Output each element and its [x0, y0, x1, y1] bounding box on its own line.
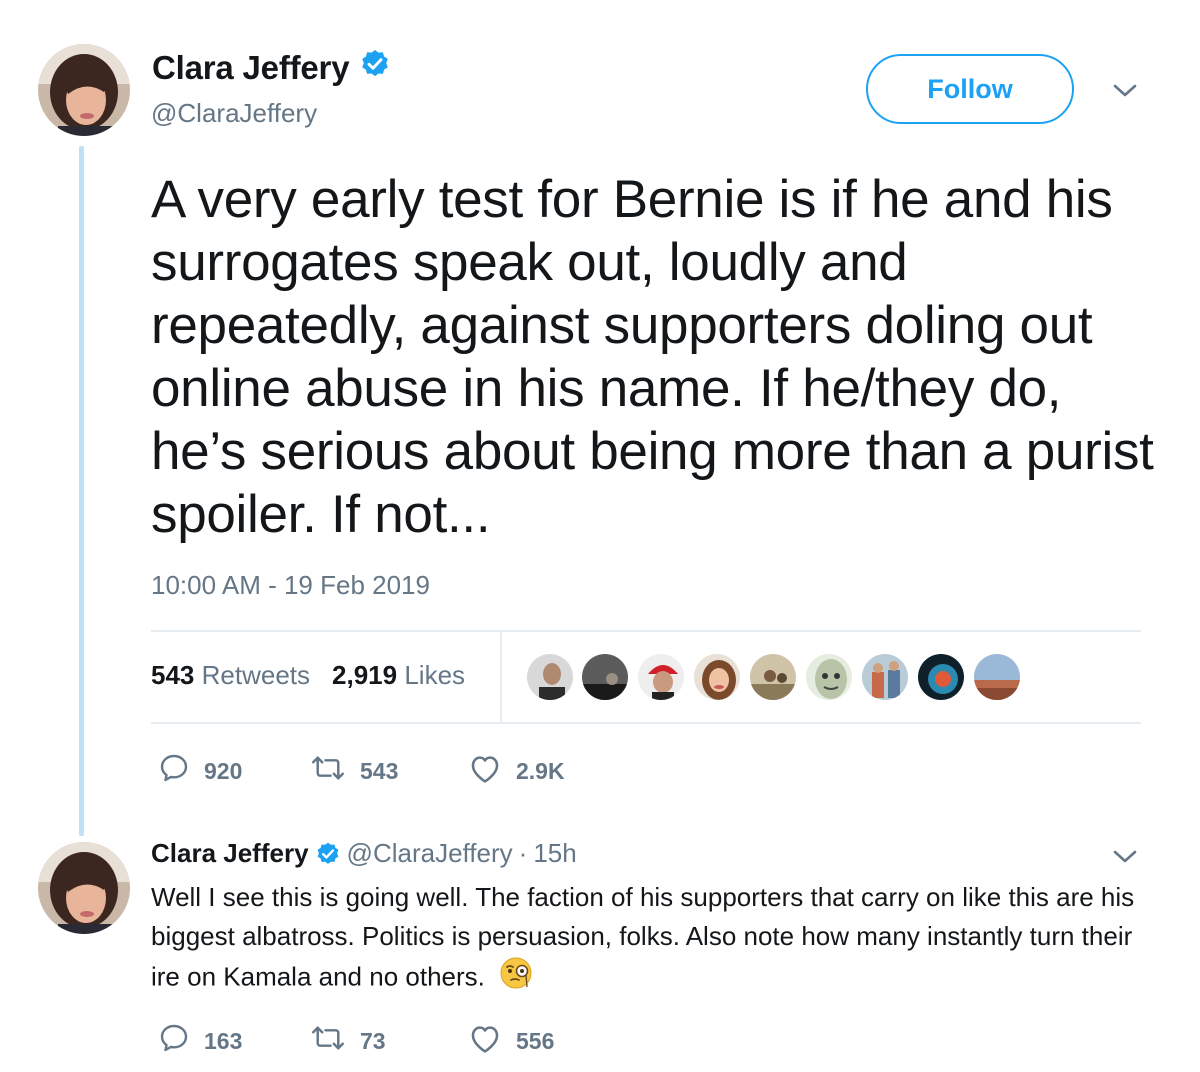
chevron-down-icon[interactable]: [1112, 848, 1138, 871]
reply-icon: [158, 752, 190, 790]
reply-text: Well I see this is going well. The facti…: [151, 882, 1135, 992]
divider-bottom: [151, 722, 1141, 724]
tweet-text: A very early test for Bernie is if he an…: [151, 170, 1154, 544]
reply-icon: [158, 1022, 190, 1060]
reply-author-name[interactable]: Clara Jeffery: [151, 838, 309, 869]
thread-line: [79, 146, 84, 836]
liker-avatar[interactable]: [636, 652, 686, 702]
follow-button[interactable]: Follow: [866, 54, 1074, 124]
retweet-button[interactable]: 543: [310, 752, 468, 790]
stats-divider: [500, 632, 502, 724]
reply-button[interactable]: 163: [158, 1022, 310, 1060]
reply-text-block: Well I see this is going well. The facti…: [151, 878, 1141, 1001]
heart-icon: [468, 752, 502, 790]
liker-avatar[interactable]: [580, 652, 630, 702]
author-name[interactable]: Clara Jeffery: [152, 49, 350, 87]
divider-top: [151, 630, 1141, 632]
verified-icon: [359, 48, 391, 88]
reply-time[interactable]: 15h: [533, 838, 576, 869]
liker-avatar[interactable]: [860, 652, 910, 702]
tweet-actions: 920 543 2.9K: [158, 752, 565, 790]
liker-avatar[interactable]: [804, 652, 854, 702]
tweet-stats: 543 Retweets 2,919 Likes: [151, 660, 465, 691]
like-button[interactable]: 2.9K: [468, 752, 565, 790]
retweet-icon: [310, 1022, 346, 1060]
liker-avatar[interactable]: [748, 652, 798, 702]
liker-avatar[interactable]: [525, 652, 575, 702]
likes-stat[interactable]: 2,919 Likes: [332, 660, 465, 691]
reply-separator: ·: [518, 838, 528, 868]
reply-button[interactable]: 920: [158, 752, 310, 790]
retweet-button[interactable]: 73: [310, 1022, 468, 1060]
chevron-down-icon[interactable]: [1112, 82, 1138, 105]
liker-avatar[interactable]: [916, 652, 966, 702]
face-with-monocle-icon: [499, 956, 533, 1001]
verified-icon: [315, 841, 341, 867]
reply-header: Clara Jeffery @ClaraJeffery · 15h: [151, 838, 577, 869]
reply-actions: 163 73 556: [158, 1022, 554, 1060]
reply-author-handle[interactable]: @ClaraJeffery: [347, 838, 513, 869]
author-name-row[interactable]: Clara Jeffery: [152, 48, 391, 88]
author-avatar[interactable]: [38, 44, 130, 136]
like-button[interactable]: 556: [468, 1022, 554, 1060]
author-handle[interactable]: @ClaraJeffery: [151, 98, 317, 129]
heart-icon: [468, 1022, 502, 1060]
retweet-icon: [310, 752, 346, 790]
liker-avatar[interactable]: [692, 652, 742, 702]
liker-avatar[interactable]: [972, 652, 1022, 702]
tweet-timestamp[interactable]: 10:00 AM - 19 Feb 2019: [151, 570, 430, 601]
retweets-stat[interactable]: 543 Retweets: [151, 660, 310, 691]
reply-author-avatar[interactable]: [38, 842, 130, 934]
